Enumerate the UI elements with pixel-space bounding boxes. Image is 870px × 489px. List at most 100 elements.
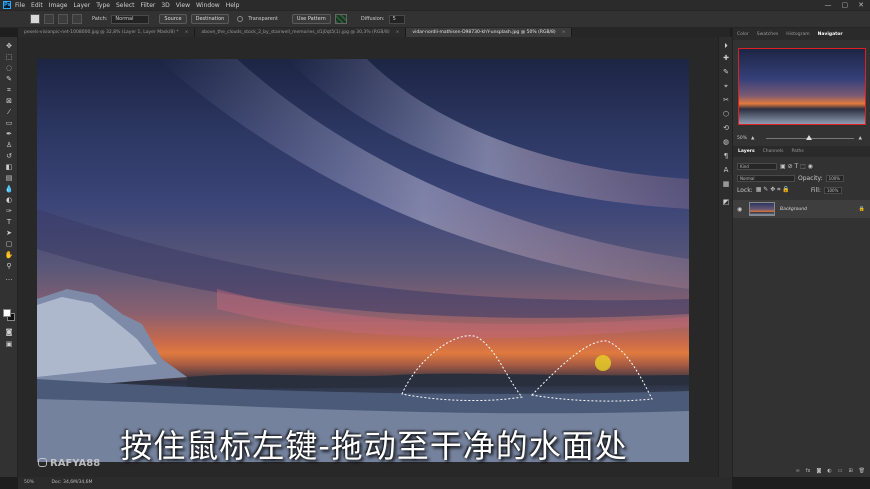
- zoom-slider[interactable]: [766, 134, 855, 140]
- opacity-field[interactable]: 100%: [825, 174, 844, 182]
- blend-mode-select[interactable]: Normal: [737, 174, 795, 182]
- add-selection-button[interactable]: [44, 14, 54, 24]
- zoom-slider-handle[interactable]: [806, 134, 813, 140]
- lasso-tool-icon[interactable]: ◌: [3, 63, 15, 73]
- source-button[interactable]: Source: [159, 14, 187, 24]
- maximize-icon[interactable]: ▢: [842, 1, 849, 9]
- patch-select[interactable]: Normal: [111, 14, 150, 24]
- delete-layer-icon[interactable]: 🗑: [859, 468, 865, 477]
- menu-3d[interactable]: 3D: [161, 2, 169, 9]
- foreground-color-swatch[interactable]: [3, 309, 11, 317]
- brush-settings-icon[interactable]: ✎: [721, 67, 731, 77]
- canvas-area[interactable]: 按住鼠标左键-拖动至干净的水面处 RAFYA88: [18, 37, 730, 477]
- zoom-in-icon[interactable]: ▲: [858, 136, 861, 141]
- visibility-eye-icon[interactable]: ◉: [737, 206, 745, 213]
- move-tool-icon[interactable]: ✥: [3, 41, 15, 51]
- subtract-selection-button[interactable]: [58, 14, 68, 24]
- menu-layer[interactable]: Layer: [73, 2, 90, 9]
- close-icon[interactable]: ✕: [858, 1, 864, 9]
- gradient-tool-icon[interactable]: ▤: [3, 173, 15, 183]
- pattern-swatch[interactable]: [334, 14, 347, 24]
- blur-tool-icon[interactable]: 💧: [3, 184, 15, 194]
- new-selection-button[interactable]: [30, 14, 40, 24]
- filter-icons[interactable]: ▣ ⊘ T ⬚ ◉: [780, 163, 813, 170]
- zoom-out-icon[interactable]: ▲: [751, 136, 754, 141]
- menu-window[interactable]: Window: [196, 2, 220, 9]
- status-zoom[interactable]: 50%: [24, 480, 34, 485]
- minimize-icon[interactable]: —: [825, 1, 832, 9]
- close-tab-icon[interactable]: ×: [396, 30, 400, 35]
- patch-tool-icon[interactable]: ▭: [3, 118, 15, 128]
- type-tool-icon[interactable]: T: [3, 217, 15, 227]
- paragraph-icon[interactable]: ▦: [721, 179, 731, 189]
- properties-icon[interactable]: ✚: [721, 53, 731, 63]
- tab-histogram[interactable]: Histogram: [786, 32, 809, 37]
- diffusion-select[interactable]: 5: [388, 14, 405, 24]
- menu-select[interactable]: Select: [116, 2, 135, 9]
- layer-name[interactable]: Background: [780, 207, 807, 212]
- menu-help[interactable]: Help: [226, 2, 240, 9]
- path-select-tool-icon[interactable]: ➤: [3, 228, 15, 238]
- tab-doc-1[interactable]: pexels-visionpic-net-1008000.jpg @ 32,8%…: [18, 28, 196, 37]
- layer-comps-icon[interactable]: ◩: [721, 197, 731, 207]
- link-layers-icon[interactable]: ∞: [796, 468, 800, 477]
- document-image[interactable]: [37, 59, 689, 462]
- tab-doc-2[interactable]: above_the_clouds_stock_2_by_stairwell_me…: [195, 28, 407, 37]
- zoom-tool-icon[interactable]: ⚲: [3, 261, 15, 271]
- menu-view[interactable]: View: [176, 2, 190, 9]
- styles-icon[interactable]: ◍: [721, 137, 731, 147]
- group-icon[interactable]: ▭: [838, 468, 843, 477]
- eraser-tool-icon[interactable]: ◧: [3, 162, 15, 172]
- brush-tool-icon[interactable]: ✒: [3, 129, 15, 139]
- tab-channels[interactable]: Channels: [763, 149, 784, 154]
- stamp-tool-icon[interactable]: ♙: [3, 140, 15, 150]
- tool-presets-icon[interactable]: ⌖: [721, 81, 731, 91]
- libraries-icon[interactable]: ¶: [721, 151, 731, 161]
- tab-paths[interactable]: Paths: [791, 149, 803, 154]
- use-pattern-button[interactable]: Use Pattern: [291, 14, 331, 24]
- photoshop-logo[interactable]: Ps: [3, 1, 11, 9]
- tab-color[interactable]: Color: [737, 32, 749, 37]
- eyedropper-tool-icon[interactable]: ⁄: [3, 107, 15, 117]
- fx-icon[interactable]: fx: [806, 468, 811, 477]
- add-mask-icon[interactable]: ◙: [816, 468, 821, 477]
- tab-navigator[interactable]: Navigator: [818, 32, 843, 37]
- quick-select-tool-icon[interactable]: ✎: [3, 74, 15, 84]
- character-icon[interactable]: A: [721, 165, 731, 175]
- menu-edit[interactable]: Edit: [31, 2, 43, 9]
- tab-doc-3[interactable]: vidar-nordli-mathisen-D98730-khY-unsplas…: [406, 28, 573, 37]
- navigator-zoom-value[interactable]: 50%: [737, 136, 747, 141]
- menu-file[interactable]: File: [15, 2, 25, 9]
- quick-mask-icon[interactable]: ◙: [3, 327, 15, 337]
- intersect-selection-button[interactable]: [72, 14, 82, 24]
- destination-button[interactable]: Destination: [190, 14, 230, 24]
- tab-swatches[interactable]: Swatches: [757, 32, 779, 37]
- tab-layers[interactable]: Layers: [738, 149, 755, 154]
- shape-tool-icon[interactable]: ▢: [3, 239, 15, 249]
- menu-image[interactable]: Image: [49, 2, 68, 9]
- new-layer-icon[interactable]: ⊞: [848, 468, 852, 477]
- layer-kind-filter[interactable]: Kind: [737, 162, 777, 170]
- frame-tool-icon[interactable]: ⊠: [3, 96, 15, 106]
- more-tools-icon[interactable]: …: [3, 273, 15, 283]
- actions-icon[interactable]: ✂: [721, 95, 731, 105]
- lock-icons[interactable]: ▦ ✎ ✥ ⌗ 🔒: [756, 186, 790, 194]
- crop-tool-icon[interactable]: ⌗: [3, 85, 15, 95]
- clone-source-icon[interactable]: ⟲: [721, 123, 731, 133]
- lock-icon[interactable]: 🔒: [859, 206, 865, 212]
- pen-tool-icon[interactable]: ✑: [3, 206, 15, 216]
- adjustments-icon[interactable]: ⬡: [721, 109, 731, 119]
- dodge-tool-icon[interactable]: ◐: [3, 195, 15, 205]
- navigator-view-box[interactable]: [738, 48, 866, 125]
- marquee-tool-icon[interactable]: ⬚: [3, 52, 15, 62]
- menu-filter[interactable]: Filter: [141, 2, 156, 9]
- layer-row-background[interactable]: ◉ Background 🔒: [733, 200, 870, 218]
- history-icon[interactable]: ⏵: [721, 41, 731, 51]
- adjustment-layer-icon[interactable]: ◐: [827, 468, 831, 477]
- transparent-checkbox[interactable]: [237, 16, 244, 22]
- screen-mode-icon[interactable]: ▣: [3, 339, 15, 349]
- history-brush-tool-icon[interactable]: ↺: [3, 151, 15, 161]
- close-tab-icon[interactable]: ×: [185, 30, 189, 35]
- fill-field[interactable]: 100%: [823, 186, 842, 194]
- close-tab-icon[interactable]: ×: [562, 30, 566, 35]
